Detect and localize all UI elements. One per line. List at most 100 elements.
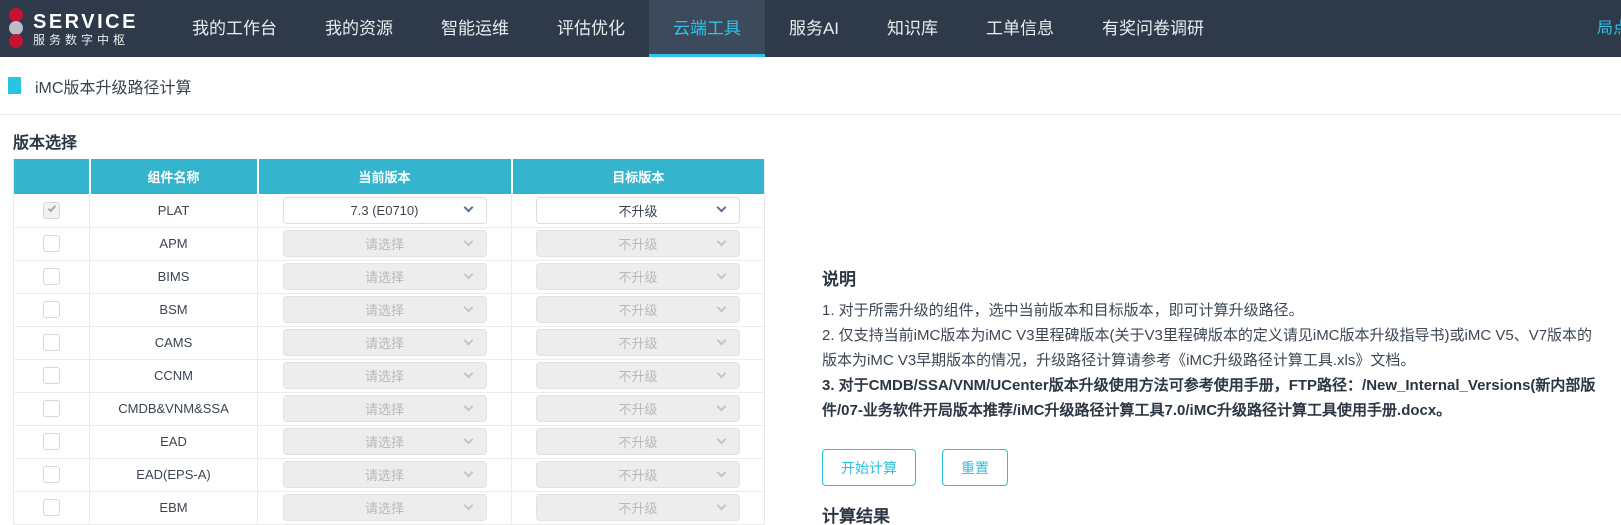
chevron-down-icon — [463, 302, 473, 312]
brand-title: SERVICE — [33, 10, 138, 33]
chevron-down-icon — [716, 368, 727, 378]
component-name: CCNM — [89, 359, 258, 393]
current-version-select: 请选择 — [282, 395, 487, 422]
version-table: 组件名称 当前版本 目标版本 PLAT 7.3 (E0710) 不升级 APM 请选择不… — [13, 159, 765, 525]
chevron-down-icon — [716, 500, 727, 510]
target-version-select: 不升级 — [536, 428, 740, 455]
component-name: APM — [89, 227, 258, 261]
row-checkbox[interactable] — [43, 433, 60, 451]
brand-logo: SERVICE 服务数字中枢 — [8, 7, 138, 51]
table-row: EAD 请选择 不升级 — [13, 425, 765, 459]
chevron-down-icon — [463, 202, 473, 213]
instruction-line: 2. 仅支持当前iMC版本为iMC V3里程碑版本(关于V3里程碑版本的定义请见… — [822, 327, 1593, 344]
version-table-body: PLAT 7.3 (E0710) 不升级 APM 请选择 不升级 BIMS 请选择 不升级 BSM… — [13, 194, 765, 525]
select-value: 不升级 — [618, 435, 658, 450]
instructions-panel: 说明 1. 对于所需升级的组件，选中当前版本和目标版本，即可计算升级路径。 2. … — [822, 265, 1621, 525]
row-checkbox[interactable] — [43, 334, 60, 352]
logo-dots-icon — [8, 7, 24, 51]
target-version-select: 不升级 — [536, 296, 740, 323]
select-value: 请选择 — [364, 369, 404, 384]
page-title: iMC版本升级路径计算 — [35, 79, 192, 97]
table-row: EAD(EPS-A) 请选择 不升级 — [13, 458, 765, 492]
chevron-down-icon — [716, 302, 727, 312]
instructions-heading: 说明 — [822, 270, 856, 289]
target-version-select: 不升级 — [536, 329, 740, 356]
chevron-down-icon — [716, 202, 727, 213]
check-icon — [47, 203, 56, 213]
brand-subtitle: 服务数字中枢 — [33, 32, 130, 47]
row-checkbox[interactable] — [43, 268, 60, 286]
column-header-checkbox — [13, 159, 90, 194]
chevron-down-icon — [716, 335, 727, 345]
chevron-down-icon — [463, 335, 473, 345]
table-row: EBM 请选择 不升级 — [13, 491, 765, 525]
row-checkbox[interactable] — [43, 466, 60, 484]
select-value: 不升级 — [618, 336, 658, 351]
row-checkbox[interactable] — [43, 235, 60, 253]
target-version-select: 不升级 — [536, 395, 740, 422]
nav-tab-1[interactable]: 我的工作台 — [168, 0, 301, 57]
column-header-current-version: 当前版本 — [256, 159, 512, 194]
instruction-line: 3. 对于CMDB/SSA/VNM/UCenter版本升级使用方法可参考使用手册… — [822, 377, 1596, 394]
chevron-down-icon — [463, 401, 473, 411]
table-row: CMDB&VNM&SSA 请选择 不升级 — [13, 392, 765, 426]
current-version-select: 请选择 — [282, 230, 487, 257]
instruction-line: 件/07-业务软件开局版本推荐/iMC升级路径计算工具7.0/iMC升级路径计算… — [822, 402, 1452, 419]
chevron-down-icon — [716, 269, 727, 279]
select-value: 不升级 — [618, 203, 658, 219]
row-checkbox[interactable] — [43, 499, 60, 517]
instruction-lines: 1. 对于所需升级的组件，选中当前版本和目标版本，即可计算升级路径。 2. 仅支持… — [822, 298, 1621, 423]
start-calculation-button[interactable]: 开始计算 — [822, 449, 916, 486]
target-version-select: 不升级 — [536, 230, 740, 257]
current-version-select: 请选择 — [282, 428, 487, 455]
current-version-select[interactable]: 7.3 (E0710) — [282, 196, 487, 224]
table-row: APM 请选择 不升级 — [13, 227, 765, 261]
table-row: PLAT 7.3 (E0710) 不升级 — [13, 194, 765, 228]
select-value: 不升级 — [618, 270, 658, 285]
nav-tab-7[interactable]: 知识库 — [863, 0, 962, 57]
page-title-bar: iMC版本升级路径计算 — [0, 57, 1621, 115]
nav-tab-4[interactable]: 评估优化 — [533, 0, 649, 57]
chevron-down-icon — [463, 236, 473, 246]
version-select-heading: 版本选择 — [13, 135, 78, 152]
row-checkbox[interactable] — [43, 400, 60, 418]
target-version-select: 不升级 — [536, 461, 740, 488]
component-name: CAMS — [89, 326, 258, 360]
title-marker-icon — [8, 77, 21, 94]
nav-tab-2[interactable]: 我的资源 — [301, 0, 417, 57]
table-row: BIMS 请选择 不升级 — [13, 260, 765, 294]
nav-tab-5[interactable]: 云端工具 — [648, 0, 765, 57]
result-heading: 计算结果 — [822, 507, 890, 525]
target-version-select[interactable]: 不升级 — [536, 196, 740, 224]
nav-tabs: 我的工作台 我的资源 智能运维 评估优化 云端工具 服务AI 知识库 工单信息 有奖问卷调研 — [168, 0, 1228, 57]
reset-button[interactable]: 重置 — [942, 449, 1008, 486]
component-name: EBM — [89, 491, 258, 525]
select-value: 请选择 — [364, 435, 404, 450]
nav-tab-3[interactable]: 智能运维 — [417, 0, 533, 57]
chevron-down-icon — [716, 401, 727, 411]
nav-tab-9[interactable]: 有奖问卷调研 — [1078, 0, 1228, 57]
nav-tab-8[interactable]: 工单信息 — [962, 0, 1078, 57]
target-version-select: 不升级 — [536, 362, 740, 389]
instruction-line: 1. 对于所需升级的组件，选中当前版本和目标版本，即可计算升级路径。 — [822, 302, 1304, 319]
current-version-select: 请选择 — [282, 362, 487, 389]
component-name: BSM — [89, 293, 258, 327]
table-row: CAMS 请选择 不升级 — [13, 326, 765, 360]
row-checkbox — [43, 201, 60, 219]
nav-right-link[interactable]: 局点 — [1597, 0, 1621, 57]
select-value: 7.3 (E0710) — [350, 202, 419, 218]
nav-tab-6[interactable]: 服务AI — [765, 0, 863, 57]
main-content: 版本选择 组件名称 当前版本 目标版本 PLAT 7.3 (E0710) 不升级 AP… — [0, 115, 1621, 525]
component-name: EAD(EPS-A) — [89, 458, 258, 492]
target-version-select: 不升级 — [536, 494, 740, 521]
chevron-down-icon — [463, 368, 473, 378]
target-version-select: 不升级 — [536, 263, 740, 290]
column-header-target-version: 目标版本 — [510, 159, 765, 194]
row-checkbox[interactable] — [43, 301, 60, 319]
current-version-select: 请选择 — [282, 296, 487, 323]
chevron-down-icon — [716, 236, 727, 246]
row-checkbox[interactable] — [43, 367, 60, 385]
select-value: 请选择 — [364, 270, 404, 285]
top-nav: SERVICE 服务数字中枢 我的工作台 我的资源 智能运维 评估优化 云端工具 服务AI… — [0, 0, 1621, 57]
component-name: CMDB&VNM&SSA — [89, 392, 258, 426]
